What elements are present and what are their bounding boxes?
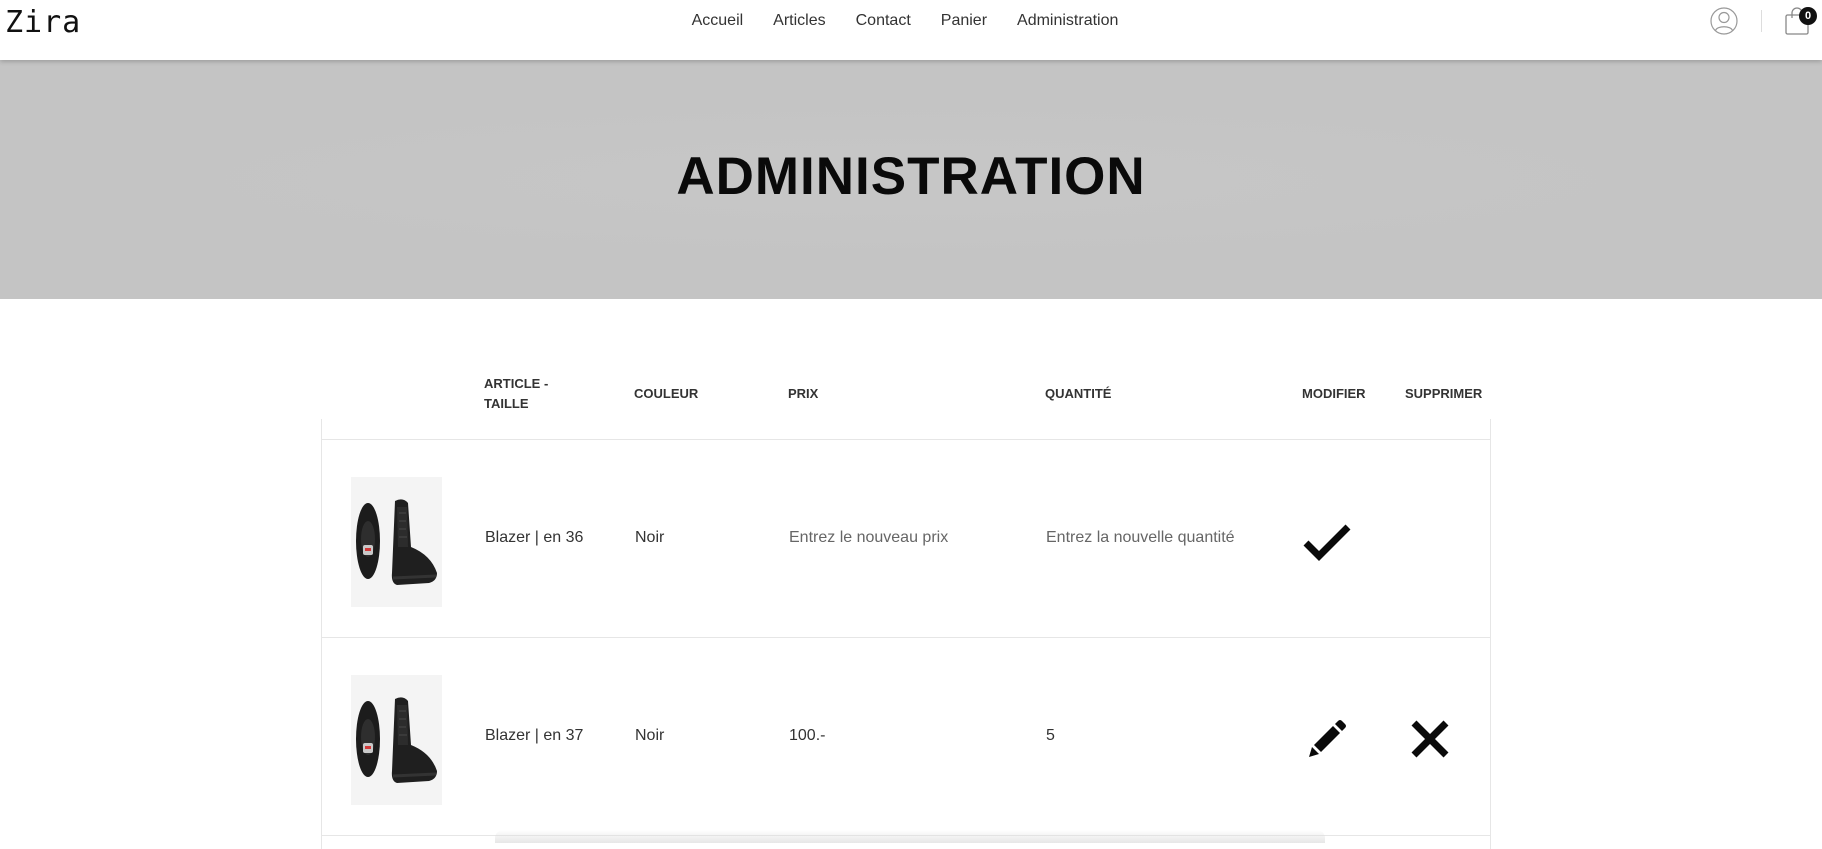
quantity-input[interactable]: Entrez la nouvelle quantité: [1046, 528, 1235, 548]
price-cell: 100.-: [789, 727, 826, 744]
nav-link-accueil[interactable]: Accueil: [692, 12, 744, 30]
main-nav: Accueil Articles Contact Panier Administ…: [0, 0, 1822, 41]
table-row: Blazer | en 37 Noir 100.- 5: [322, 637, 1490, 835]
nav-divider: [1761, 10, 1762, 32]
sneaker-image: [351, 675, 442, 805]
cart-count-badge: 0: [1799, 7, 1817, 25]
user-circle-icon[interactable]: [1710, 7, 1738, 35]
nav-link-administration[interactable]: Administration: [1017, 12, 1118, 30]
close-icon[interactable]: [1410, 719, 1450, 759]
nav-link-panier[interactable]: Panier: [941, 12, 987, 30]
header-price: PRIX: [788, 386, 819, 401]
price-input[interactable]: Entrez le nouveau prix: [789, 528, 948, 548]
table-body: Blazer | en 36 Noir Entrez le nouveau pr…: [321, 419, 1491, 849]
sneaker-image: [351, 477, 442, 607]
hero-banner: ADMINISTRATION: [0, 60, 1822, 299]
pencil-icon[interactable]: [1305, 717, 1349, 761]
article-size-cell: Blazer | en 36: [485, 529, 584, 546]
scroll-fade-overlay: [495, 830, 1325, 843]
top-navbar: Zira Accueil Articles Contact Panier Adm…: [0, 0, 1822, 60]
article-size-cell: Blazer | en 37: [485, 727, 584, 744]
color-cell: Noir: [635, 727, 665, 744]
header-edit: MODIFIER: [1302, 386, 1366, 401]
check-icon[interactable]: [1303, 523, 1351, 561]
header-color: COULEUR: [634, 386, 699, 401]
page-title: ADMINISTRATION: [676, 147, 1146, 206]
nav-link-articles[interactable]: Articles: [773, 12, 825, 30]
quantity-cell: 5: [1046, 727, 1055, 744]
color-cell: Noir: [635, 529, 665, 546]
table-row: Blazer | en 36 Noir Entrez le nouveau pr…: [322, 439, 1490, 637]
header-delete: SUPPRIMER: [1405, 386, 1483, 401]
nav-link-contact[interactable]: Contact: [856, 12, 911, 30]
header-article-size: ARTICLE - TAILLE: [484, 376, 549, 411]
header-quantity: QUANTITÉ: [1045, 386, 1112, 401]
